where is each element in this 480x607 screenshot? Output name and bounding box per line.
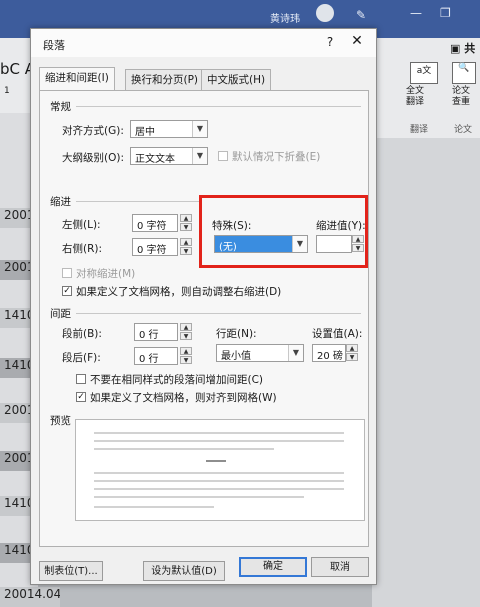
auto-adjust-checkbox[interactable]: ✓ <box>62 286 72 296</box>
preview-line <box>94 496 304 498</box>
divider <box>76 106 361 107</box>
tab-chinese-typography[interactable]: 中文版式(H) <box>201 69 272 90</box>
preview-line <box>206 460 226 462</box>
spin-up-icon[interactable]: ▲ <box>180 347 192 355</box>
translate-label[interactable]: 全文 翻译 <box>406 86 424 108</box>
spin-down-icon[interactable]: ▼ <box>180 332 192 340</box>
chevron-down-icon: ▼ <box>192 148 207 164</box>
ribbon-sub-text: 1 <box>4 86 10 96</box>
spin-down-icon[interactable]: ▼ <box>180 247 192 255</box>
chevron-down-icon: ▼ <box>192 121 207 137</box>
spin-down-icon[interactable]: ▼ <box>346 353 358 361</box>
group-translate: 翻译 <box>410 125 429 135</box>
pen-icon[interactable]: ✎ <box>356 8 366 22</box>
cancel-button[interactable]: 取消 <box>311 557 369 577</box>
outline-level-label: 大纲级别(O): <box>62 152 124 164</box>
dialog-titlebar[interactable]: 段落 ? ✕ <box>31 29 376 57</box>
paper-check-label[interactable]: 论文 查重 <box>452 86 470 108</box>
indent-right-input[interactable]: 0 字符 ▲ ▼ <box>132 238 192 256</box>
translate-icon[interactable]: a文 <box>410 62 438 84</box>
spin-up-icon[interactable]: ▲ <box>180 323 192 331</box>
setting-value: 20 磅 <box>317 351 343 362</box>
ok-button[interactable]: 确定 <box>239 557 307 577</box>
indent-heading: 缩进 <box>50 196 71 208</box>
avatar[interactable] <box>316 4 334 22</box>
divider <box>76 201 201 202</box>
outline-level-value: 正文文本 <box>135 154 175 165</box>
group-paper: 论文 <box>454 125 473 135</box>
indent-left-label: 左侧(L): <box>62 219 101 231</box>
spin-up-icon[interactable]: ▲ <box>346 344 358 352</box>
restore-icon[interactable]: ❐ <box>440 6 451 20</box>
preview-line <box>94 506 214 508</box>
auto-adjust-label: 如果定义了文档网格，则自动调整右缩进(D) <box>76 286 282 298</box>
line-spacing-select[interactable]: 最小值 ▼ <box>216 344 304 362</box>
help-button[interactable]: ? <box>323 35 337 49</box>
spin-down-icon[interactable]: ▼ <box>180 356 192 364</box>
document-area-right <box>372 138 480 607</box>
mirror-indent-checkbox[interactable] <box>62 268 72 278</box>
snap-grid-label: 如果定义了文档网格，则对齐到网格(W) <box>90 392 277 404</box>
line-spacing-value: 最小值 <box>221 351 251 362</box>
set-default-button[interactable]: 设为默认值(D) <box>143 561 225 581</box>
close-icon[interactable]: ✕ <box>349 33 365 49</box>
alignment-value: 居中 <box>135 127 155 138</box>
preview-line <box>94 440 344 442</box>
tab-indent-spacing[interactable]: 缩进和间距(I) <box>39 67 115 91</box>
dialog-title: 段落 <box>43 39 65 52</box>
space-after-value: 0 行 <box>139 354 159 365</box>
outline-level-select[interactable]: 正文文本 ▼ <box>130 147 208 165</box>
spacing-heading: 间距 <box>50 308 71 320</box>
alignment-select[interactable]: 居中 ▼ <box>130 120 208 138</box>
tabs-button[interactable]: 制表位(T)... <box>39 561 103 581</box>
chevron-down-icon: ▼ <box>288 345 303 361</box>
preview-box <box>75 419 365 521</box>
general-heading: 常规 <box>50 101 71 113</box>
preview-heading: 预览 <box>50 415 71 427</box>
indent-right-label: 右侧(R): <box>62 243 103 255</box>
space-before-input[interactable]: 0 行 ▲ ▼ <box>134 323 192 341</box>
indent-right-value: 0 字符 <box>137 245 167 256</box>
no-space-checkbox[interactable] <box>76 374 86 384</box>
spin-up-icon[interactable]: ▲ <box>180 238 192 246</box>
indent-left-value: 0 字符 <box>137 221 167 232</box>
paper-check-icon[interactable]: 🔍 <box>452 62 476 84</box>
space-before-label: 段前(B): <box>62 328 102 340</box>
spin-up-icon[interactable]: ▲ <box>180 214 192 222</box>
preview-line <box>94 480 344 482</box>
space-after-label: 段后(F): <box>62 352 101 364</box>
doc-cell: 20014.04 <box>0 587 60 607</box>
minimize-icon[interactable]: — <box>410 6 422 20</box>
space-before-value: 0 行 <box>139 330 159 341</box>
preview-line <box>94 448 274 450</box>
tab-line-page-breaks[interactable]: 换行和分页(P) <box>125 69 205 90</box>
collapsed-label: 默认情况下折叠(E) <box>232 151 321 163</box>
preview-line <box>94 472 344 474</box>
divider <box>76 313 361 314</box>
ribbon-right: ▣ 共 a文 全文 翻译 🔍 论文 查重 翻译 论文 <box>372 38 480 138</box>
paragraph-dialog: 段落 ? ✕ 缩进和间距(I) 换行和分页(P) 中文版式(H) 常规 对齐方式… <box>30 28 377 585</box>
setting-value-label: 设置值(A): <box>312 328 363 340</box>
user-name: 黄诗玮 <box>270 14 300 25</box>
mirror-indent-label: 对称缩进(M) <box>76 268 136 280</box>
space-after-input[interactable]: 0 行 ▲ ▼ <box>134 347 192 365</box>
collapsed-checkbox[interactable] <box>218 151 228 161</box>
alignment-label: 对齐方式(G): <box>62 125 124 137</box>
preview-line <box>94 488 344 490</box>
no-space-label: 不要在相同样式的段落间增加间距(C) <box>90 374 264 386</box>
line-spacing-label: 行距(N): <box>216 328 257 340</box>
share-label: 共 <box>464 42 476 55</box>
snap-grid-checkbox[interactable]: ✓ <box>76 392 86 402</box>
highlight-annotation <box>199 195 368 268</box>
setting-value-input[interactable]: 20 磅 ▲ ▼ <box>312 344 358 362</box>
spin-down-icon[interactable]: ▼ <box>180 223 192 231</box>
share-button[interactable]: ▣ 共 <box>450 40 475 56</box>
preview-line <box>94 432 344 434</box>
indent-left-input[interactable]: 0 字符 ▲ ▼ <box>132 214 192 232</box>
